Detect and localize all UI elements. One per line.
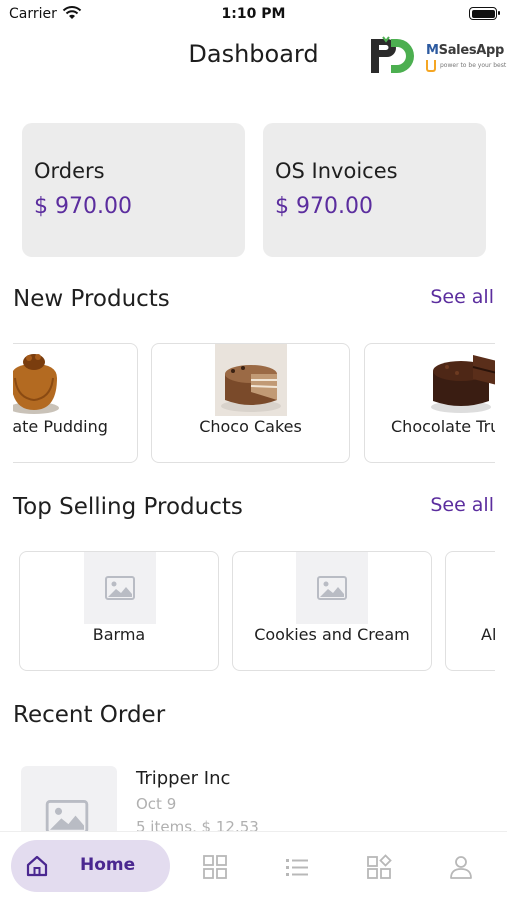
product-name: Choco Cakes xyxy=(199,417,302,436)
product-card-cookies-and-cream[interactable]: Cookies and Cream xyxy=(232,551,432,671)
orders-summary-card[interactable]: Orders $ 970.00 xyxy=(22,123,245,257)
grid-icon[interactable] xyxy=(202,854,228,880)
msalesapp-logo: MSalesApp power to be your best xyxy=(424,37,506,77)
profile-icon[interactable] xyxy=(448,854,474,880)
msalesapp-tagline: power to be your best xyxy=(440,62,507,69)
home-icon xyxy=(26,855,48,877)
product-name: Barma xyxy=(92,625,146,644)
msalesapp-badge-icon xyxy=(426,60,436,72)
top-selling-title: Top Selling Products xyxy=(13,494,243,520)
date-pudding-image xyxy=(13,354,59,414)
recent-order-title: Recent Order xyxy=(13,702,166,728)
battery-icon xyxy=(469,7,500,20)
new-products-title: New Products xyxy=(13,286,170,312)
chocolate-truffle-image xyxy=(431,355,495,413)
categories-icon[interactable] xyxy=(366,854,392,880)
os-invoices-summary-card[interactable]: OS Invoices $ 970.00 xyxy=(263,123,486,257)
pd-logo xyxy=(369,35,415,77)
bottom-nav: Home xyxy=(0,831,507,900)
nav-home-label: Home xyxy=(80,855,136,875)
order-customer[interactable]: Tripper Inc xyxy=(136,768,230,789)
product-card-chocolate-truffle[interactable]: Chocolate Truffle xyxy=(364,343,495,463)
product-card-barma[interactable]: Barma xyxy=(19,551,219,671)
product-card-choco-cakes[interactable]: Choco Cakes xyxy=(151,343,350,463)
clock: 1:10 PM xyxy=(221,6,286,22)
order-date: Oct 9 xyxy=(136,795,177,813)
os-invoices-label: OS Invoices xyxy=(275,159,398,183)
choco-cakes-image xyxy=(215,344,287,416)
product-card-date-pudding[interactable]: Date Pudding xyxy=(13,343,138,463)
product-name: Al xyxy=(481,625,495,644)
os-invoices-value: $ 970.00 xyxy=(275,194,373,219)
image-icon xyxy=(45,800,89,834)
product-name: Cookies and Cream xyxy=(254,625,410,644)
nav-home-button[interactable]: Home xyxy=(11,840,170,892)
new-products-see-all-link[interactable]: See all xyxy=(430,286,494,308)
list-icon[interactable] xyxy=(284,854,310,880)
image-placeholder xyxy=(84,552,156,624)
product-card-partial[interactable]: Al xyxy=(445,551,495,671)
top-selling-see-all-link[interactable]: See all xyxy=(430,494,494,516)
msalesapp-logo-text: MSalesApp xyxy=(426,43,505,58)
top-selling-carousel[interactable]: Barma Cookies and Cream Al xyxy=(13,551,495,673)
orders-label: Orders xyxy=(34,159,105,183)
status-bar: Carrier 1:10 PM xyxy=(0,0,507,30)
orders-value: $ 970.00 xyxy=(34,194,132,219)
image-icon xyxy=(105,576,135,600)
new-products-carousel[interactable]: Date Pudding Choco Cakes Chocolate Truff… xyxy=(13,343,495,465)
product-name: Chocolate Truffle xyxy=(391,417,495,436)
image-placeholder xyxy=(296,552,368,624)
image-icon xyxy=(317,576,347,600)
product-name: Date Pudding xyxy=(13,417,108,436)
